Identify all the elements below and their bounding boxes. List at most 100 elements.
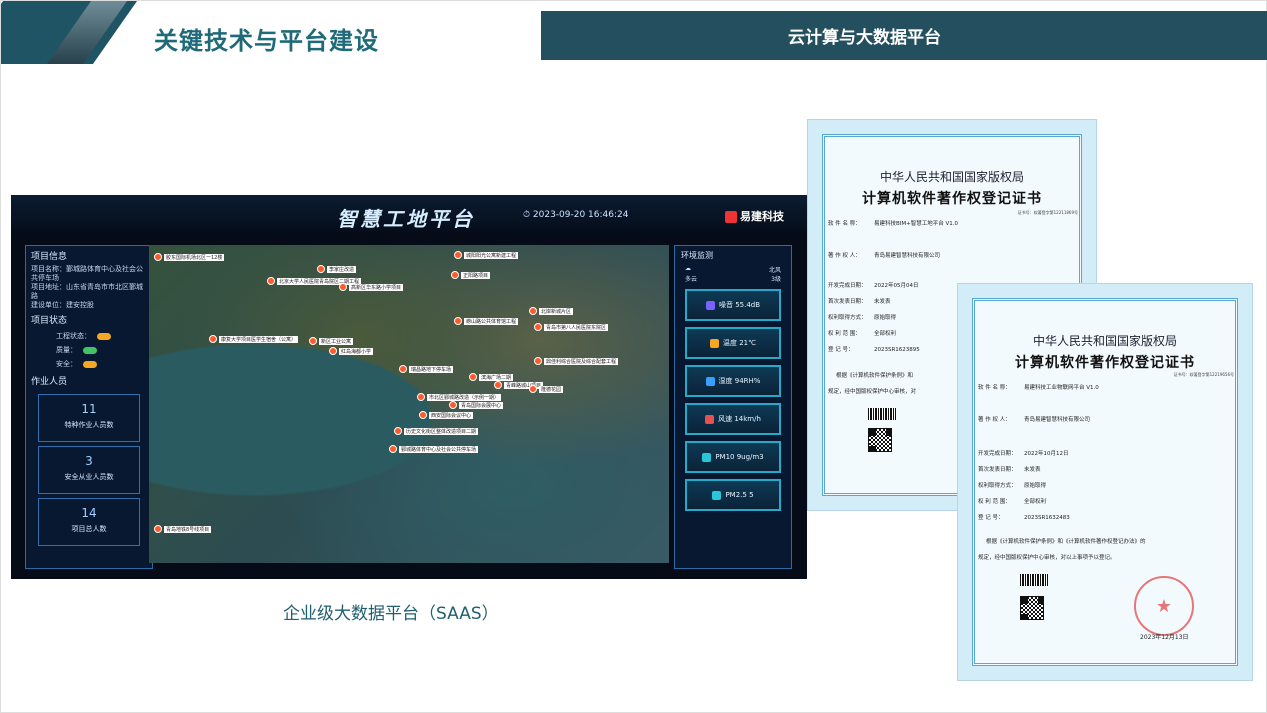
env-cards: 噪音 55.4dB 温度 21℃ 湿度 94RH% 风速 14km/h PM10 9ug… bbox=[675, 289, 791, 511]
map-pin[interactable]: 西安国际会议中心 bbox=[419, 411, 474, 419]
cert-row: 权利取得方式： 原始取得 bbox=[978, 482, 1046, 491]
map-pin[interactable]: 隆德花园 bbox=[529, 385, 564, 393]
cert2-title: 计算机软件著作权登记证书 bbox=[1015, 355, 1195, 371]
cert-field-value: 青岛易建智慧科技有限公司 bbox=[1024, 417, 1091, 423]
map-pin[interactable]: 李家庄改造 bbox=[317, 265, 357, 273]
map-pin[interactable]: 康复大学项目医学生宿舍（公寓） bbox=[209, 335, 299, 343]
cert2-issuer: 中华人民共和国国家版权局 bbox=[1032, 334, 1177, 348]
env-card[interactable]: 风速 14km/h bbox=[685, 403, 781, 435]
map-pin[interactable]: 城阳阳光公寓新建工程 bbox=[454, 251, 519, 259]
map-pin[interactable]: 青岛地铁8号线项目 bbox=[154, 525, 212, 533]
pin-label: 胶东国际机场北区一12楼 bbox=[164, 253, 225, 261]
worker-card: 11 特种作业人员数 bbox=[38, 394, 140, 442]
cert-field-label: 首次发表日期： bbox=[828, 299, 867, 305]
brand-logo: 易建科技 bbox=[725, 208, 784, 224]
status-label: 质量： bbox=[56, 346, 77, 354]
env-metric-icon bbox=[705, 300, 715, 310]
pin-marker-icon bbox=[339, 283, 347, 291]
cert1-issuer: 中华人民共和国国家版权局 bbox=[879, 170, 1024, 184]
right-panel: 环境监测 ☁ 北风 多云 3级 噪音 55.4dB 温度 21℃ 湿度 94RH% 风速 … bbox=[674, 245, 792, 569]
env-card[interactable]: 湿度 94RH% bbox=[685, 365, 781, 397]
map-pin[interactable]: 青岛国际会展中心 bbox=[449, 401, 504, 409]
cert-row: 登 记 号： 2023SR1632483 bbox=[978, 514, 1070, 523]
pin-label: 青岛地铁8号线项目 bbox=[164, 525, 212, 533]
status-dot bbox=[83, 360, 97, 368]
corner-decoration bbox=[1, 1, 141, 64]
cert-field-value: 2023SR1632483 bbox=[1024, 515, 1070, 521]
pin-marker-icon bbox=[534, 357, 542, 365]
map-pin[interactable]: 崂山路公共体育馆工程 bbox=[454, 317, 519, 325]
map-pin[interactable]: 正阳路项目 bbox=[451, 271, 491, 279]
wind-level: 3级 bbox=[771, 276, 781, 283]
env-card[interactable]: PM2.5 5 bbox=[685, 479, 781, 511]
env-value: 噪音 55.4dB bbox=[718, 301, 761, 309]
status-label: 工程状态： bbox=[56, 332, 91, 340]
map-pin[interactable]: 红岛海都小学 bbox=[329, 347, 374, 355]
slide: 关键技术与平台建设 云计算与大数据平台 智慧工地平台 ⏱ 2023-09-20 … bbox=[0, 0, 1267, 713]
pin-marker-icon bbox=[469, 373, 477, 381]
cert-field-label: 登 记 号： bbox=[828, 347, 854, 353]
certificate-2: 中华人民共和国国家版权局 计算机软件著作权登记证书 证书号：软著登字第12219… bbox=[957, 283, 1253, 681]
pin-marker-icon bbox=[417, 393, 425, 401]
map-pin[interactable]: 瑞昌路地下停车场 bbox=[399, 365, 454, 373]
worker-count: 14 bbox=[81, 506, 97, 520]
cert-field-label: 软 件 名 称： bbox=[828, 221, 861, 227]
pin-marker-icon bbox=[209, 335, 217, 343]
map-pin[interactable]: 鼎佳利综合医院及综合配套工程 bbox=[534, 357, 619, 365]
cert-field-value: 易建科技工业物联网平台 V1.0 bbox=[1024, 385, 1099, 391]
pin-marker-icon bbox=[317, 265, 325, 273]
cert-field-label: 权利取得方式： bbox=[978, 483, 1017, 489]
pin-label: 隆德花园 bbox=[539, 385, 564, 393]
map-pin[interactable]: 高新区华东路小学项目 bbox=[339, 283, 404, 291]
cert-row: 软 件 名 称： 易建科技工业物联网平台 V1.0 bbox=[978, 384, 1099, 393]
env-card[interactable]: PM10 9ug/m3 bbox=[685, 441, 781, 473]
worker-card: 3 安全从业人员数 bbox=[38, 446, 140, 494]
map-pin[interactable]: 历史文化街区整体改造项目二期 bbox=[394, 427, 479, 435]
satellite-map[interactable]: 胶东国际机场北区一12楼 城阳阳光公寓新建工程 李家庄改造 北京大学人民医院青岛院区二… bbox=[149, 245, 669, 563]
env-metric-icon bbox=[710, 338, 719, 348]
pin-marker-icon bbox=[329, 347, 337, 355]
cert-field-label: 开发完成日期： bbox=[828, 283, 867, 289]
env-metric-icon bbox=[705, 414, 715, 424]
env-card[interactable]: 噪音 55.4dB bbox=[685, 289, 781, 321]
pin-label: 高新区华东路小学项目 bbox=[349, 283, 404, 291]
map-pin[interactable]: 新区工业公寓 bbox=[309, 337, 354, 345]
pin-marker-icon bbox=[454, 317, 462, 325]
project-address: 项目地址：山东省青岛市市北区鄞城路 bbox=[31, 283, 143, 300]
pin-marker-icon bbox=[399, 365, 407, 373]
cert-field-label: 登 记 号： bbox=[978, 515, 1004, 521]
cert1-note2: 规定，经中国版权保护中心审核，对 bbox=[828, 389, 917, 395]
map-pin[interactable]: 青岛市第八人民医院东院区 bbox=[534, 323, 609, 331]
map-pin[interactable]: 滨海广场二期 bbox=[469, 373, 514, 381]
map-pin[interactable]: 北岸新城片区 bbox=[529, 307, 574, 315]
env-metric-icon bbox=[702, 452, 712, 462]
cert-field-label: 软 件 名 称： bbox=[978, 385, 1011, 391]
status-row: 工程状态： bbox=[26, 329, 152, 343]
cert2-number: 证书号：软著登字第12219656号 bbox=[1173, 372, 1234, 377]
pin-marker-icon bbox=[394, 427, 402, 435]
env-card[interactable]: 温度 21℃ bbox=[685, 327, 781, 359]
weather-row-2: 多云 3级 bbox=[675, 274, 791, 283]
pin-label: 鄞城路体育中心及社会公共停车场 bbox=[399, 445, 479, 453]
dashboard-caption: 企业级大数据平台（SAAS） bbox=[283, 604, 499, 624]
cert1-note1: 根据《计算机软件保护条例》和 bbox=[836, 373, 914, 379]
dashboard-time: ⏱ 2023-09-20 16:46:24 bbox=[523, 210, 629, 220]
status-label: 安全： bbox=[56, 360, 77, 368]
pin-label: 青岛市第八人民医院东院区 bbox=[544, 323, 609, 331]
cloud-icon: ☁ bbox=[685, 265, 691, 272]
barcode-icon bbox=[868, 408, 896, 420]
pin-marker-icon bbox=[451, 271, 459, 279]
cert-row: 登 记 号： 2023SR1623895 bbox=[828, 346, 920, 355]
pin-label: 李家庄改造 bbox=[327, 265, 357, 273]
pin-marker-icon bbox=[154, 253, 162, 261]
official-seal-icon: ★ bbox=[1134, 576, 1194, 636]
pin-marker-icon bbox=[389, 445, 397, 453]
worker-label: 项目总人数 bbox=[71, 525, 107, 533]
env-value: 风速 14km/h bbox=[718, 415, 761, 423]
map-pin[interactable]: 市北区鄞城路改造（示例一期） bbox=[417, 393, 502, 401]
map-pin[interactable]: 鄞城路体育中心及社会公共停车场 bbox=[389, 445, 479, 453]
map-pin[interactable]: 胶东国际机场北区一12楼 bbox=[154, 253, 225, 261]
cert-row: 权 利 范 围： 全部权利 bbox=[978, 498, 1046, 507]
weather-text: 多云 bbox=[685, 276, 698, 283]
worker-count: 11 bbox=[81, 402, 97, 416]
